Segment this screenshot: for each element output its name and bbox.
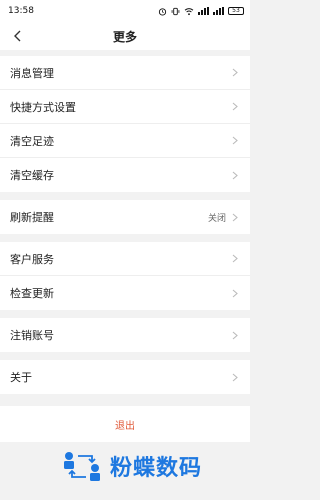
chevron-right-icon xyxy=(232,288,240,298)
settings-group-support: 客户服务 检查更新 xyxy=(0,242,250,310)
menu-item-about[interactable]: 关于 xyxy=(0,360,250,394)
wifi-icon xyxy=(184,7,194,15)
menu-item-label: 清空缓存 xyxy=(10,169,54,182)
battery-icon: 53 xyxy=(228,7,244,15)
settings-group-general: 消息管理 快捷方式设置 清空足迹 清空缓存 xyxy=(0,56,250,192)
watermark: 粉蝶数码 xyxy=(60,448,202,484)
refresh-reminder-value: 关闭 xyxy=(207,213,226,224)
chevron-right-icon xyxy=(232,254,240,264)
signal-icon-2 xyxy=(213,7,224,15)
menu-item-label: 清空足迹 xyxy=(10,134,54,148)
menu-item-label: 检查更新 xyxy=(10,287,54,300)
chevron-right-icon xyxy=(232,170,240,180)
menu-item-label: 客户服务 xyxy=(10,252,54,266)
menu-item-check-update[interactable]: 检查更新 xyxy=(0,276,250,310)
menu-item-deactivate-account[interactable]: 注销账号 xyxy=(0,318,250,352)
logout-button[interactable]: 退出 xyxy=(0,406,250,442)
back-button[interactable] xyxy=(8,26,28,46)
chevron-right-icon xyxy=(232,68,240,78)
signal-icon xyxy=(198,7,209,15)
header: 更多 xyxy=(0,22,250,50)
settings-group-about: 关于 xyxy=(0,360,250,394)
menu-item-clear-cache[interactable]: 清空缓存 xyxy=(0,158,250,192)
menu-item-clear-history[interactable]: 清空足迹 xyxy=(0,124,250,158)
chevron-right-icon xyxy=(232,372,240,382)
menu-item-customer-service[interactable]: 客户服务 xyxy=(0,242,250,276)
alarm-icon xyxy=(158,7,167,16)
menu-item-label: 消息管理 xyxy=(10,66,54,80)
menu-item-label: 快捷方式设置 xyxy=(10,100,76,114)
status-bar: 13:58 53 xyxy=(0,0,250,22)
status-time: 13:58 xyxy=(8,6,34,16)
settings-group-account: 注销账号 xyxy=(0,318,250,352)
chevron-right-icon xyxy=(232,102,240,112)
chevron-right-icon xyxy=(232,136,240,146)
menu-item-message-management[interactable]: 消息管理 xyxy=(0,56,250,90)
settings-group-refresh: 刷新提醒 关闭 xyxy=(0,200,250,234)
logout-label: 退出 xyxy=(115,420,135,432)
chevron-right-icon xyxy=(232,212,240,222)
menu-item-label: 注销账号 xyxy=(10,329,54,342)
menu-item-shortcut-settings[interactable]: 快捷方式设置 xyxy=(0,90,250,124)
watermark-logo-icon xyxy=(64,452,100,481)
chevron-left-icon xyxy=(14,30,21,42)
status-icons: 53 xyxy=(158,7,244,16)
vibrate-icon xyxy=(171,7,180,15)
menu-item-label: 关于 xyxy=(10,371,32,384)
page-title: 更多 xyxy=(112,29,137,44)
watermark-text: 粉蝶数码 xyxy=(110,456,203,481)
menu-item-label: 刷新提醒 xyxy=(10,211,54,224)
menu-item-refresh-reminder[interactable]: 刷新提醒 关闭 xyxy=(0,200,250,234)
chevron-right-icon xyxy=(232,330,240,340)
